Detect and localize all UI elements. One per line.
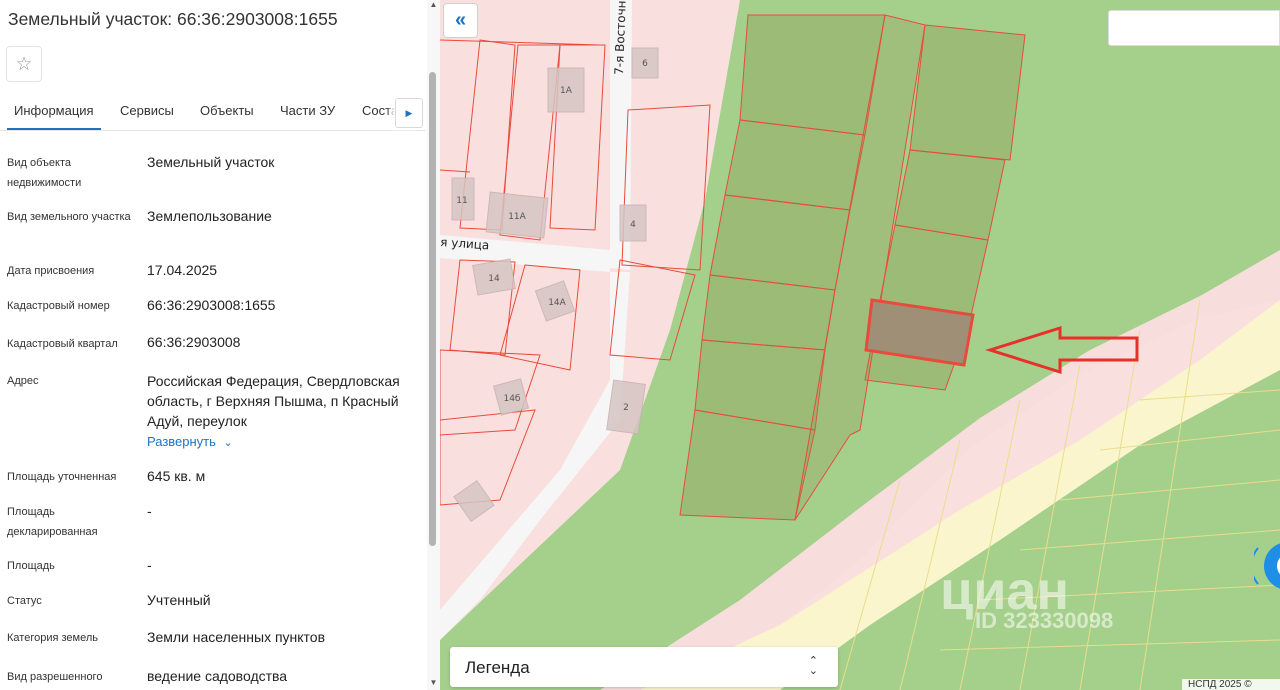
tab-objects[interactable]: Объекты	[200, 103, 254, 130]
parcel-label: 6	[642, 59, 648, 69]
field-label: Адрес	[7, 375, 39, 387]
field-label: Вид разрешенного	[7, 671, 103, 683]
field-value: 66:36:2903008	[147, 334, 241, 350]
double-chevron-left-icon: «	[454, 9, 467, 31]
field-label: Площадь декларированная	[7, 506, 98, 538]
tab-label: Информация	[14, 103, 94, 118]
parcel-label: 1А	[560, 86, 573, 96]
map-canvas[interactable]: 6 1А 11 11А 4 14 14А 14б 2 я улица 7-я В…	[440, 0, 1280, 690]
legend-label: Легенда	[465, 658, 530, 677]
tab-label: Сервисы	[120, 103, 174, 118]
map-search-input[interactable]	[1108, 10, 1280, 46]
field-value: Земли населенных пунктов	[147, 629, 326, 645]
field-label: Статус	[7, 595, 42, 607]
field-label: Категория земель	[7, 632, 98, 644]
cadastral-map[interactable]: 6 1А 11 11А 4 14 14А 14б 2 я улица 7-я В…	[440, 0, 1280, 690]
star-outline-icon: ☆	[15, 53, 33, 75]
parcel-label: 2	[623, 403, 629, 413]
field-label: Площадь	[7, 560, 55, 572]
parcel-label: 11	[456, 196, 467, 206]
field-label: Дата присвоения	[7, 265, 95, 277]
tab-label: Части ЗУ	[280, 103, 336, 118]
expand-label: Развернуть	[147, 434, 216, 449]
field-label: Вид земельного участка	[7, 211, 131, 223]
field-value: Учтенный	[147, 592, 211, 608]
tab-label: Объекты	[200, 103, 254, 118]
field-label: Площадь уточненная	[7, 471, 117, 483]
sort-arrows-icon: ⌃ ⌄	[808, 655, 818, 677]
field-label: Кадастровый номер	[7, 300, 110, 312]
collapse-panel-button[interactable]: «	[443, 3, 478, 38]
parcel-label: 14А	[548, 298, 566, 308]
scroll-up-arrow-icon[interactable]: ▲	[428, 0, 439, 12]
field-value: Землепользование	[147, 208, 272, 224]
tab-services[interactable]: Сервисы	[120, 103, 174, 130]
parcel-label: 11А	[508, 212, 526, 222]
chevron-right-icon: ▶	[405, 107, 413, 118]
field-value: ведение садоводства	[147, 668, 288, 684]
panel-scrollbar-thumb[interactable]	[429, 72, 436, 546]
watermark-id: ID 323330098	[975, 608, 1114, 633]
field-value: -	[147, 557, 152, 573]
field-value: Земельный участок	[147, 154, 275, 170]
address-value: Российская Федерация, Свердловская облас…	[147, 373, 400, 429]
field-value: 645 кв. м	[147, 468, 206, 484]
parcel-label: 14	[488, 274, 500, 284]
tabs-scroll-right-button[interactable]: ▶	[395, 98, 423, 128]
expand-address-link[interactable]: Развернуть ⌄	[147, 434, 233, 449]
map-copyright: НСПД 2025 ©	[1182, 679, 1280, 690]
legend-dropdown[interactable]: Легенда ⌃ ⌄	[450, 647, 838, 687]
field-label: Вид объекта недвижимости	[7, 157, 82, 189]
parcel-label: 4	[630, 220, 636, 230]
chat-button[interactable]	[1254, 536, 1280, 596]
scroll-down-arrow-icon[interactable]: ▼	[428, 678, 439, 690]
tab-bar: Информация Сервисы Объекты Части ЗУ Сост…	[0, 96, 426, 131]
parcel-label: 14б	[503, 394, 520, 404]
field-value: 17.04.2025	[147, 262, 218, 278]
chat-ring	[1254, 547, 1259, 585]
field-value: -	[147, 503, 152, 519]
favorite-button[interactable]: ☆	[6, 46, 42, 82]
tab-info[interactable]: Информация	[7, 103, 101, 130]
page-title: Земельный участок: 66:36:2903008:1655	[8, 9, 338, 29]
street-label: 7-я Восточн	[612, 0, 629, 75]
tab-parts[interactable]: Части ЗУ	[280, 103, 335, 130]
chevron-down-icon: ⌄	[223, 437, 233, 449]
field-label: Кадастровый квартал	[7, 338, 118, 350]
field-value: 66:36:2903008:1655	[147, 297, 276, 313]
info-panel: Земельный участок: 66:36:2903008:1655 ☆ …	[0, 0, 440, 690]
